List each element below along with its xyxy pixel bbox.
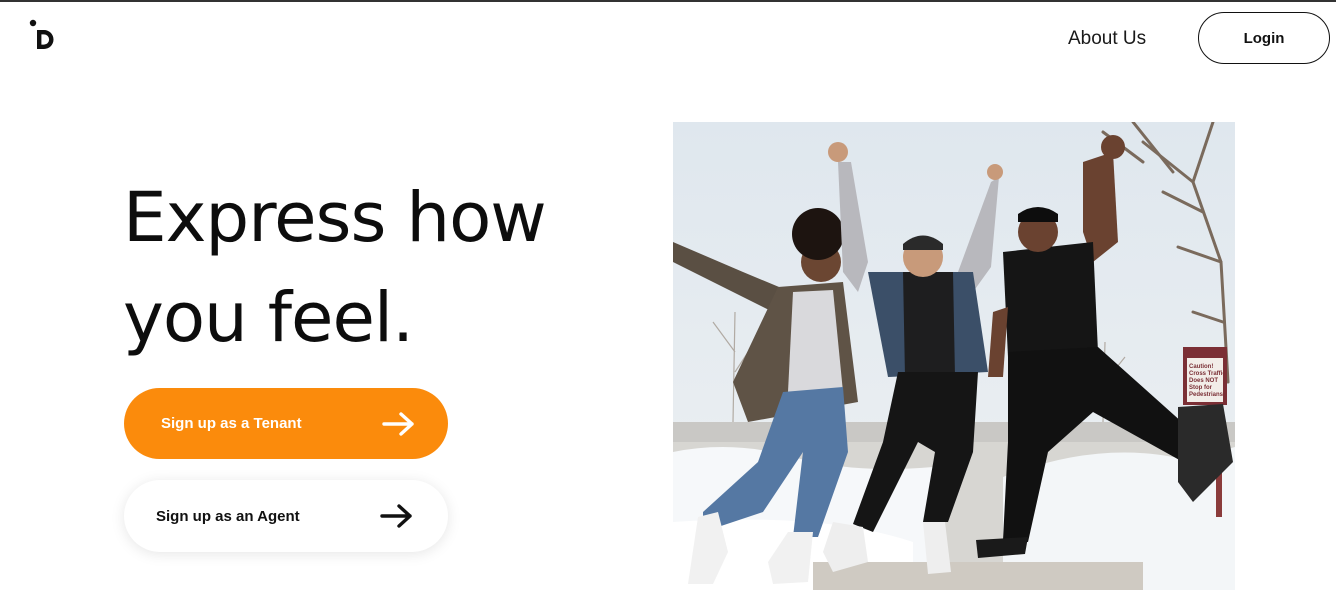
logo-d-icon[interactable] bbox=[29, 19, 57, 49]
hero-photo: Caution! Cross Traffic Does NOT Stop for… bbox=[673, 122, 1235, 590]
sign-line-3: Does NOT bbox=[1189, 378, 1218, 384]
arrow-right-icon bbox=[380, 504, 412, 528]
signup-tenant-button[interactable]: Sign up as a Tenant bbox=[124, 388, 448, 459]
login-button[interactable]: Login bbox=[1198, 12, 1330, 64]
sign-line-1: Caution! bbox=[1189, 364, 1213, 370]
hero-illustration: Caution! Cross Traffic Does NOT Stop for… bbox=[673, 122, 1235, 590]
sign-line-4: Stop for bbox=[1189, 385, 1213, 391]
headline: Express how you feel. bbox=[123, 168, 643, 368]
arrow-right-icon bbox=[382, 411, 414, 436]
sign-line-5: Pedestrians bbox=[1189, 392, 1224, 398]
nav-about-us-link[interactable]: About Us bbox=[1068, 27, 1146, 51]
signup-tenant-label: Sign up as a Tenant bbox=[161, 415, 302, 432]
headline-line-1: Express how bbox=[123, 178, 547, 258]
signup-agent-button[interactable]: Sign up as an Agent bbox=[124, 480, 448, 552]
signup-agent-label: Sign up as an Agent bbox=[156, 507, 300, 525]
sign-line-2: Cross Traffic bbox=[1189, 371, 1226, 377]
top-border bbox=[0, 0, 1336, 2]
headline-line-2: you feel. bbox=[123, 278, 414, 358]
